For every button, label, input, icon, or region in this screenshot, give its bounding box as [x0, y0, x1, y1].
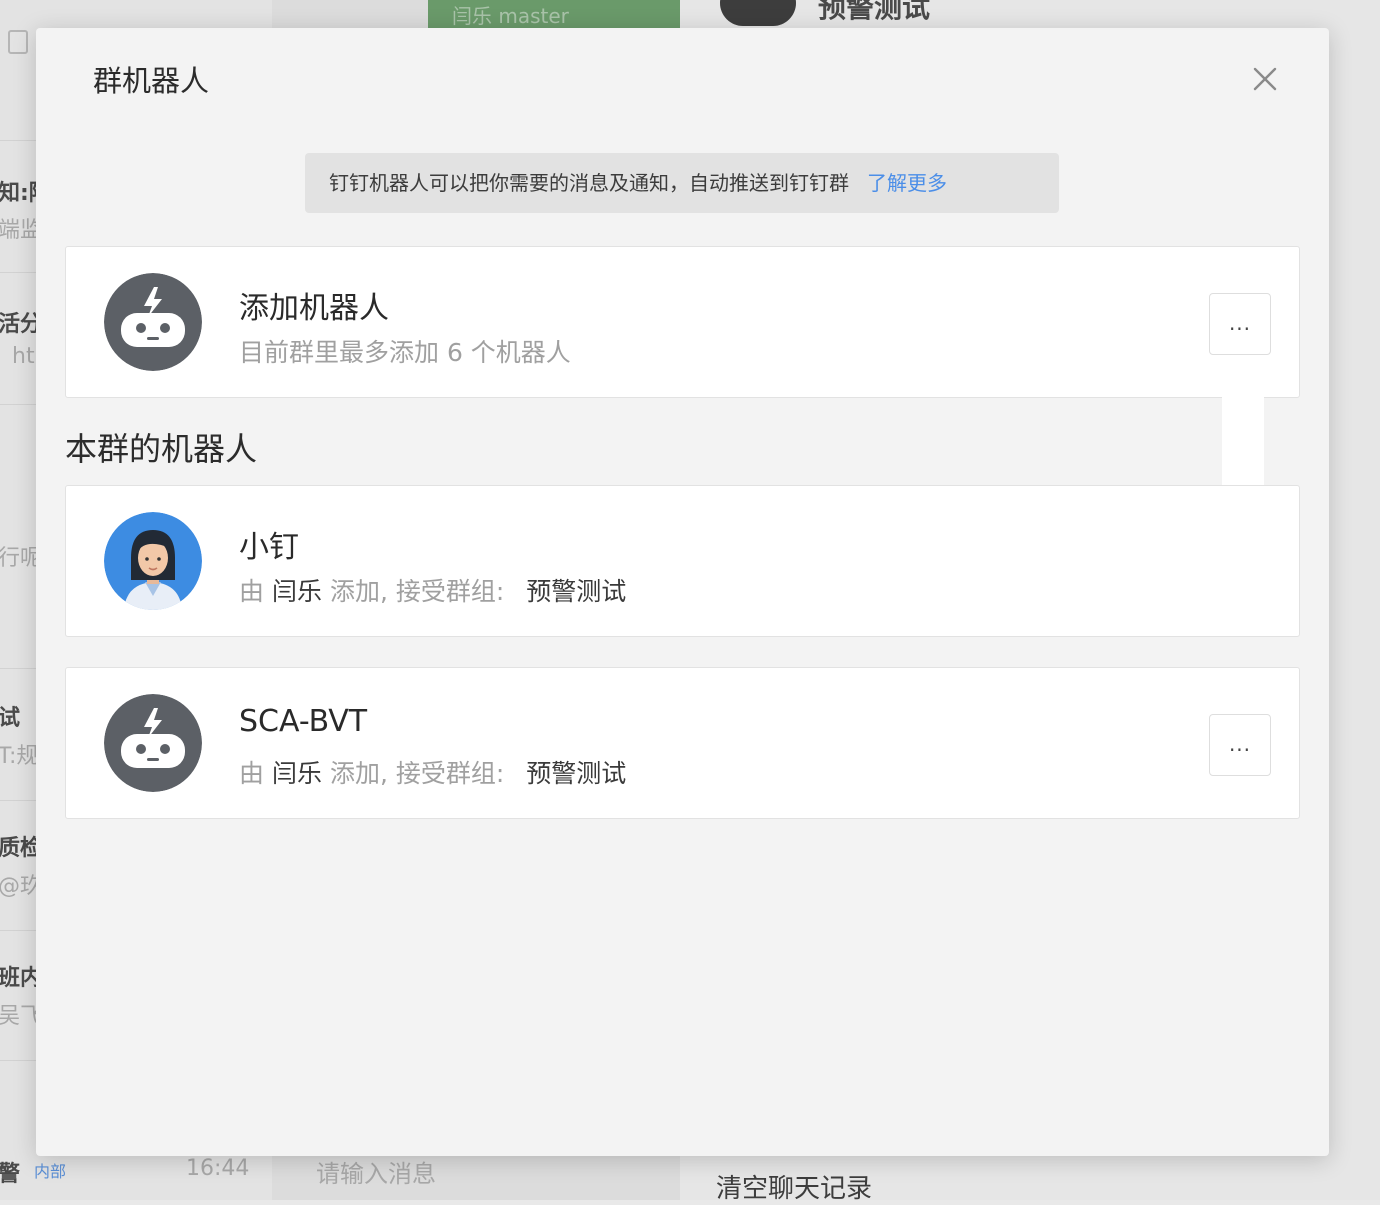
- close-button[interactable]: [1242, 56, 1288, 102]
- robot-info-by: 由: [239, 759, 265, 788]
- dialog-title: 群机器人: [93, 64, 210, 98]
- girl-avatar-icon: [104, 512, 202, 610]
- robot-receiver-label: 接受群组:: [395, 577, 505, 606]
- background-chat-tag: 闫乐 master: [428, 0, 680, 28]
- robot-more-button[interactable]: ...: [1209, 714, 1271, 776]
- robot-name: 小钉: [239, 530, 299, 565]
- robot-receiver: 预警测试: [526, 577, 627, 606]
- close-icon: [1253, 67, 1277, 91]
- robot-adder: 闫乐: [271, 759, 322, 788]
- clear-history-button[interactable]: 清空聊天记录: [716, 1168, 872, 1205]
- robot-avatar-icon: [104, 273, 202, 371]
- robot-info-by: 由: [239, 577, 265, 606]
- robot-name: SCA-BVT: [239, 704, 368, 739]
- info-notice: 钉钉机器人可以把你需要的消息及通知，自动推送到钉钉群 了解更多: [305, 153, 1059, 213]
- robot-avatar-icon: [104, 694, 202, 792]
- dropdown-shadow: [1222, 388, 1264, 488]
- add-robot-title: 添加机器人: [239, 291, 389, 326]
- background-group-title: 预警测试: [818, 0, 931, 24]
- sidebar-chat-preview: T:规: [0, 744, 39, 769]
- robot-info-added: 添加,: [329, 577, 388, 606]
- message-input[interactable]: 请输入消息: [316, 1154, 436, 1189]
- robot-receiver: 预警测试: [526, 759, 627, 788]
- sidebar-chat-time: 16:44: [186, 1156, 250, 1181]
- document-icon: [8, 30, 28, 54]
- robot-card[interactable]: 小钉 由 闫乐 添加, 接受群组: 预警测试: [65, 485, 1300, 637]
- sidebar-chat-title[interactable]: 警: [0, 1156, 20, 1188]
- internal-badge: 内部: [34, 1162, 67, 1181]
- robot-adder: 闫乐: [271, 577, 322, 606]
- section-title: 本群的机器人: [65, 430, 258, 468]
- robot-receiver-label: 接受群组:: [395, 759, 505, 788]
- sidebar-chat-title[interactable]: 试: [0, 700, 20, 732]
- background-group-avatar: [720, 0, 796, 26]
- robot-info-added: 添加,: [329, 759, 388, 788]
- notice-text: 钉钉机器人可以把你需要的消息及通知，自动推送到钉钉群: [329, 171, 849, 195]
- robot-card[interactable]: SCA-BVT 由 闫乐 添加, 接受群组: 预警测试 ...: [65, 667, 1300, 819]
- add-robot-subtitle: 目前群里最多添加 6 个机器人: [239, 338, 571, 367]
- learn-more-link[interactable]: 了解更多: [867, 171, 947, 195]
- robot-info: 由 闫乐 添加, 接受群组: 预警测试: [239, 754, 626, 790]
- robot-info: 由 闫乐 添加, 接受群组: 预警测试: [239, 572, 626, 608]
- add-robot-more-button[interactable]: ...: [1209, 293, 1271, 355]
- group-robot-dialog: 群机器人 钉钉机器人可以把你需要的消息及通知，自动推送到钉钉群 了解更多 添加机器…: [36, 28, 1329, 1156]
- sidebar-chat-preview: ht: [12, 344, 35, 369]
- add-robot-card[interactable]: 添加机器人 目前群里最多添加 6 个机器人 ...: [65, 246, 1300, 398]
